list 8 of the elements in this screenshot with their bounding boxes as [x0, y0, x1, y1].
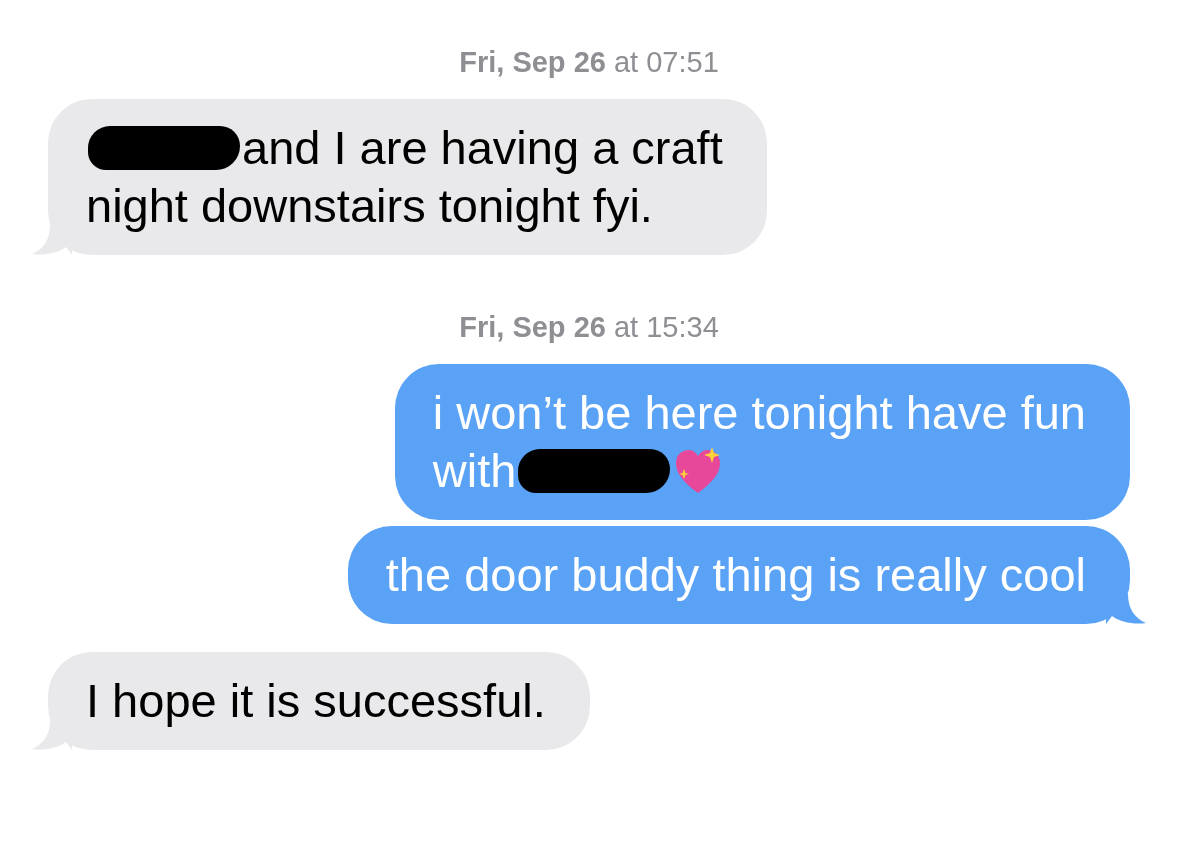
message-text: I hope it is successful.	[86, 673, 546, 729]
message-text: i won’t be here tonight have fun	[432, 385, 1086, 441]
timestamp: Fri, Sep 26 at 15:34	[459, 311, 719, 344]
message-text: with	[432, 443, 517, 499]
message-text: the door buddy thing is really cool	[385, 547, 1086, 603]
message-text: and I are having a craft	[242, 120, 723, 176]
message-text: night downstairs tonight fyi.	[86, 178, 653, 234]
timestamp: Fri, Sep 26 at 07:51	[459, 46, 719, 79]
